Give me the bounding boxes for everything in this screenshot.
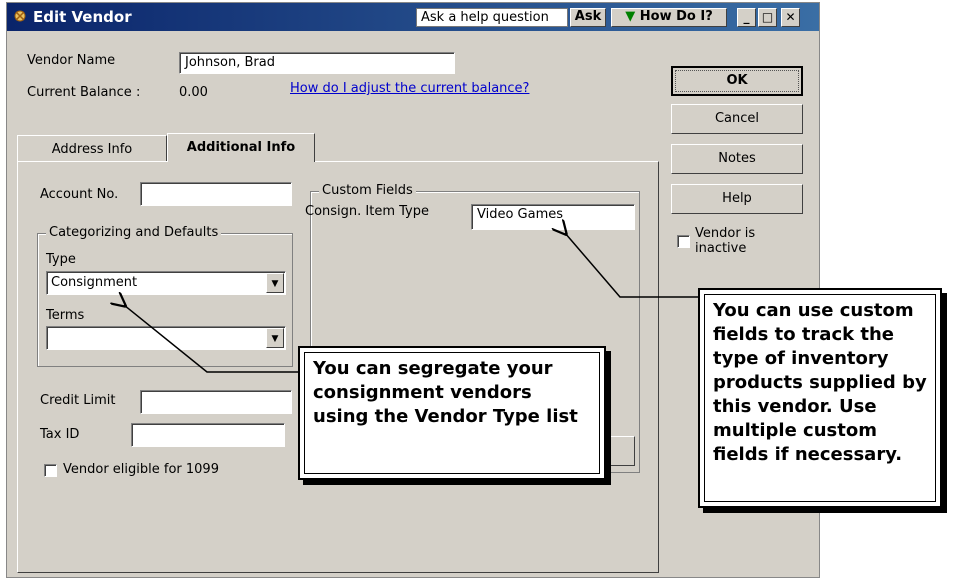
custom-fields-arrow [565, 233, 698, 298]
tab-additional-info[interactable]: Additional Info [167, 133, 315, 162]
custom-fields-callout: You can use custom fields to track the t… [698, 288, 942, 508]
vendor-type-callout-text: You can segregate your consignment vendo… [304, 352, 600, 474]
custom-fields-callout-text: You can use custom fields to track the t… [704, 294, 936, 502]
vendor-type-arrow [124, 305, 300, 373]
vendor-type-callout: You can segregate your consignment vendo… [298, 346, 606, 480]
